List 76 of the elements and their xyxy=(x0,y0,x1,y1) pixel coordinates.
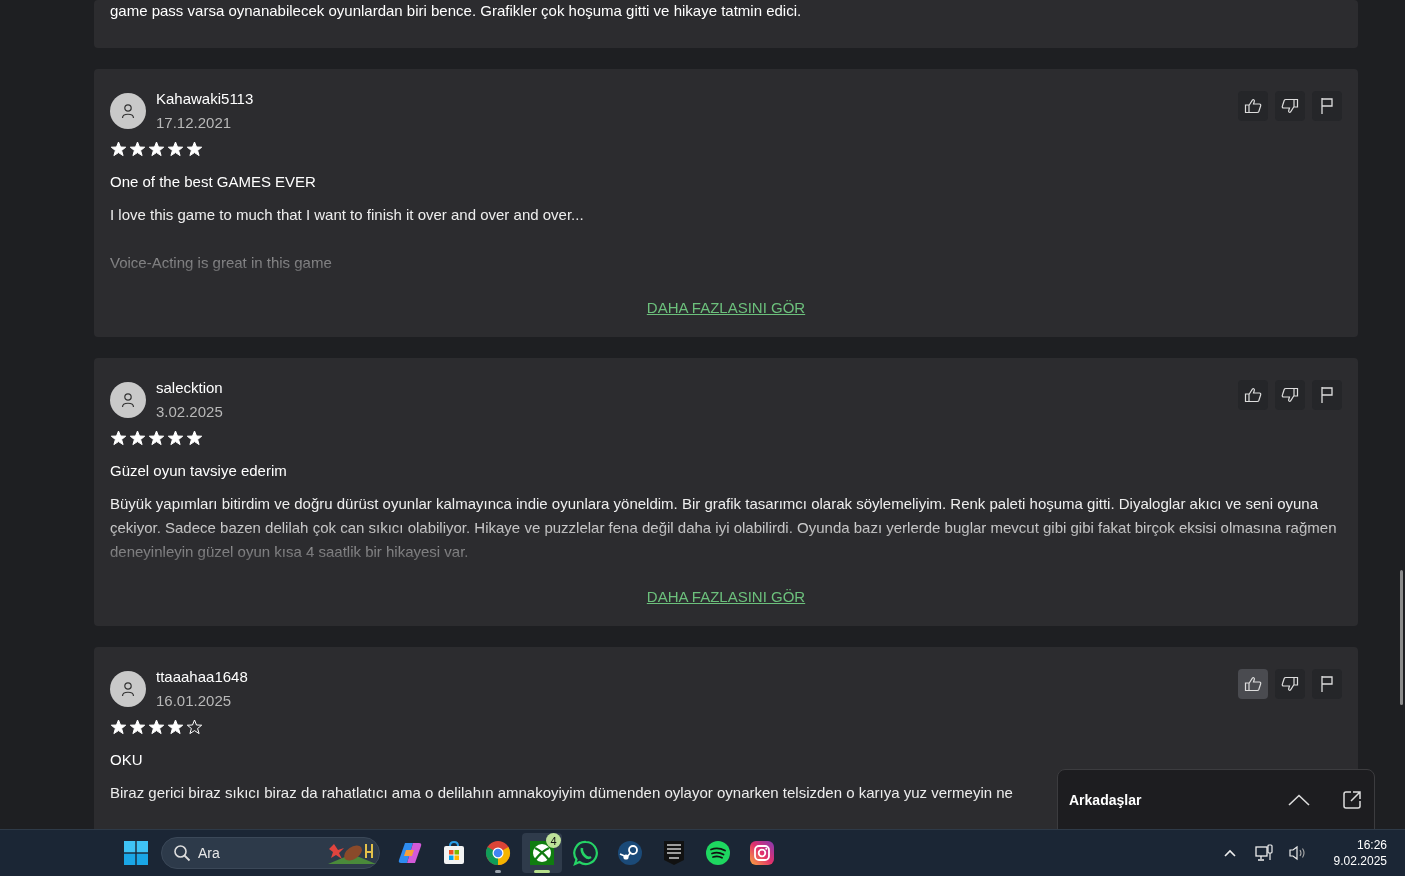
avatar-icon xyxy=(110,382,146,418)
see-more-link[interactable]: DAHA FAZLASINI GÖR xyxy=(646,585,806,609)
star-icon xyxy=(148,719,165,735)
speaker-icon xyxy=(1288,845,1307,861)
review-date: 3.02.2025 xyxy=(156,402,224,422)
star-icon xyxy=(110,141,127,157)
copilot-icon xyxy=(397,840,423,866)
flag-icon xyxy=(1320,386,1334,404)
review-text: Biraz gerici biraz sıkıcı biraz da rahatlatıcı ama o delilahın amnakoyiyim dümenden oylayor oynarken telsizden o karıya yuz vermeyin ne xyxy=(110,783,1013,803)
steam-icon xyxy=(617,840,643,866)
thumbs-down-button[interactable] xyxy=(1275,380,1305,410)
star-icon xyxy=(129,430,146,446)
chevron-up-icon xyxy=(1223,849,1236,857)
star-icon xyxy=(167,430,184,446)
xbox-app-button[interactable]: 4 xyxy=(522,833,562,873)
flag-icon xyxy=(1320,97,1334,115)
thumbs-down-button[interactable] xyxy=(1275,91,1305,121)
star-icon xyxy=(129,141,146,157)
store-bag-icon xyxy=(441,840,467,866)
thumbs-up-button[interactable] xyxy=(1238,669,1268,699)
review-date: 17.12.2021 xyxy=(156,113,233,133)
star-icon xyxy=(167,719,184,735)
thumbs-up-icon xyxy=(1244,676,1262,692)
review-text: I love this game to much that I want to finish it over and over and over... xyxy=(110,205,584,225)
review-author: ttaaahaa1648 xyxy=(156,667,249,687)
report-flag-button[interactable] xyxy=(1312,380,1342,410)
flag-icon xyxy=(1320,675,1334,693)
notification-badge: 4 xyxy=(546,833,561,848)
chat-bubble-icon xyxy=(573,840,599,866)
review-text: Voice-Acting is great in this game xyxy=(110,253,332,273)
review-title: Güzel oyun tavsiye ederim xyxy=(110,461,287,481)
thumbs-up-button[interactable] xyxy=(1238,91,1268,121)
windows-start-button[interactable] xyxy=(124,841,148,865)
thumbs-down-icon xyxy=(1281,387,1299,403)
thumbs-down-icon xyxy=(1281,98,1299,114)
review-text: Büyük yapımları bitirdim ve doğru dürüst oyunlar kalmayınca indie oyunlara yöneldim. Bir grafik tasarımcı olarak söylemeliyim. Renk paleti hoşuma gitti. Diyaloglar akıcı ve seni oyuna çekiyor. Sadece bazen delilah çok can sıkıcı olabiliyor. Hikaye ve puzzlelar fena değil daha iyi olabilirdi. Oyunda bazı yerlerde buglar mevcut gibi gibi fakat birçok eksisi olmasına rağmen deneyinleyin güzel oyun kısa 4 saatlik bir hikayesi var. xyxy=(110,494,1338,562)
star-icon xyxy=(186,719,203,735)
thumbs-up-icon xyxy=(1244,387,1262,403)
review-author: salecktion xyxy=(156,378,224,398)
see-more-link[interactable]: DAHA FAZLASINI GÖR xyxy=(646,296,806,320)
chrome-icon xyxy=(485,840,511,866)
thumbs-up-icon xyxy=(1244,98,1262,114)
star-icon xyxy=(186,141,203,157)
open-external-button[interactable] xyxy=(1342,788,1362,812)
review-date: 16.01.2025 xyxy=(156,691,233,711)
epic-shield-icon xyxy=(663,840,685,866)
star-icon xyxy=(148,430,165,446)
avatar-icon xyxy=(110,93,146,129)
spotify-icon xyxy=(705,840,731,866)
camera-icon xyxy=(749,840,775,866)
star-icon xyxy=(148,141,165,157)
search-field[interactable]: Ara xyxy=(161,837,380,869)
windows-logo-icon xyxy=(124,841,148,865)
external-link-icon xyxy=(1342,790,1362,810)
star-icon xyxy=(129,719,146,735)
thumbs-up-button[interactable] xyxy=(1238,380,1268,410)
star-icon xyxy=(167,141,184,157)
chevron-up-icon xyxy=(1288,794,1310,806)
star-icon xyxy=(186,430,203,446)
network-icon xyxy=(1254,844,1273,862)
thumbs-down-icon xyxy=(1281,676,1299,692)
panel-title: Arkadaşlar xyxy=(1069,791,1143,810)
clock-date: 9.02.2025 xyxy=(1333,853,1387,869)
avatar-icon xyxy=(110,671,146,707)
thumbs-down-button[interactable] xyxy=(1275,669,1305,699)
review-author: Kahawaki5113 xyxy=(156,89,255,109)
star-icon xyxy=(110,430,127,446)
search-icon xyxy=(173,844,191,862)
report-flag-button[interactable] xyxy=(1312,91,1342,121)
review-title: One of the best GAMES EVER xyxy=(110,172,316,192)
scrollbar-thumb[interactable] xyxy=(1400,570,1403,705)
star-icon xyxy=(110,719,127,735)
review-title: OKU xyxy=(110,750,143,770)
report-flag-button[interactable] xyxy=(1312,669,1342,699)
review-text: game pass varsa oynanabilecek oyunlardan biri bence. Grafikler çok hoşuma gitti ve hikaye tatmin edici. xyxy=(110,1,803,21)
clock-time: 16:26 xyxy=(1356,837,1387,853)
